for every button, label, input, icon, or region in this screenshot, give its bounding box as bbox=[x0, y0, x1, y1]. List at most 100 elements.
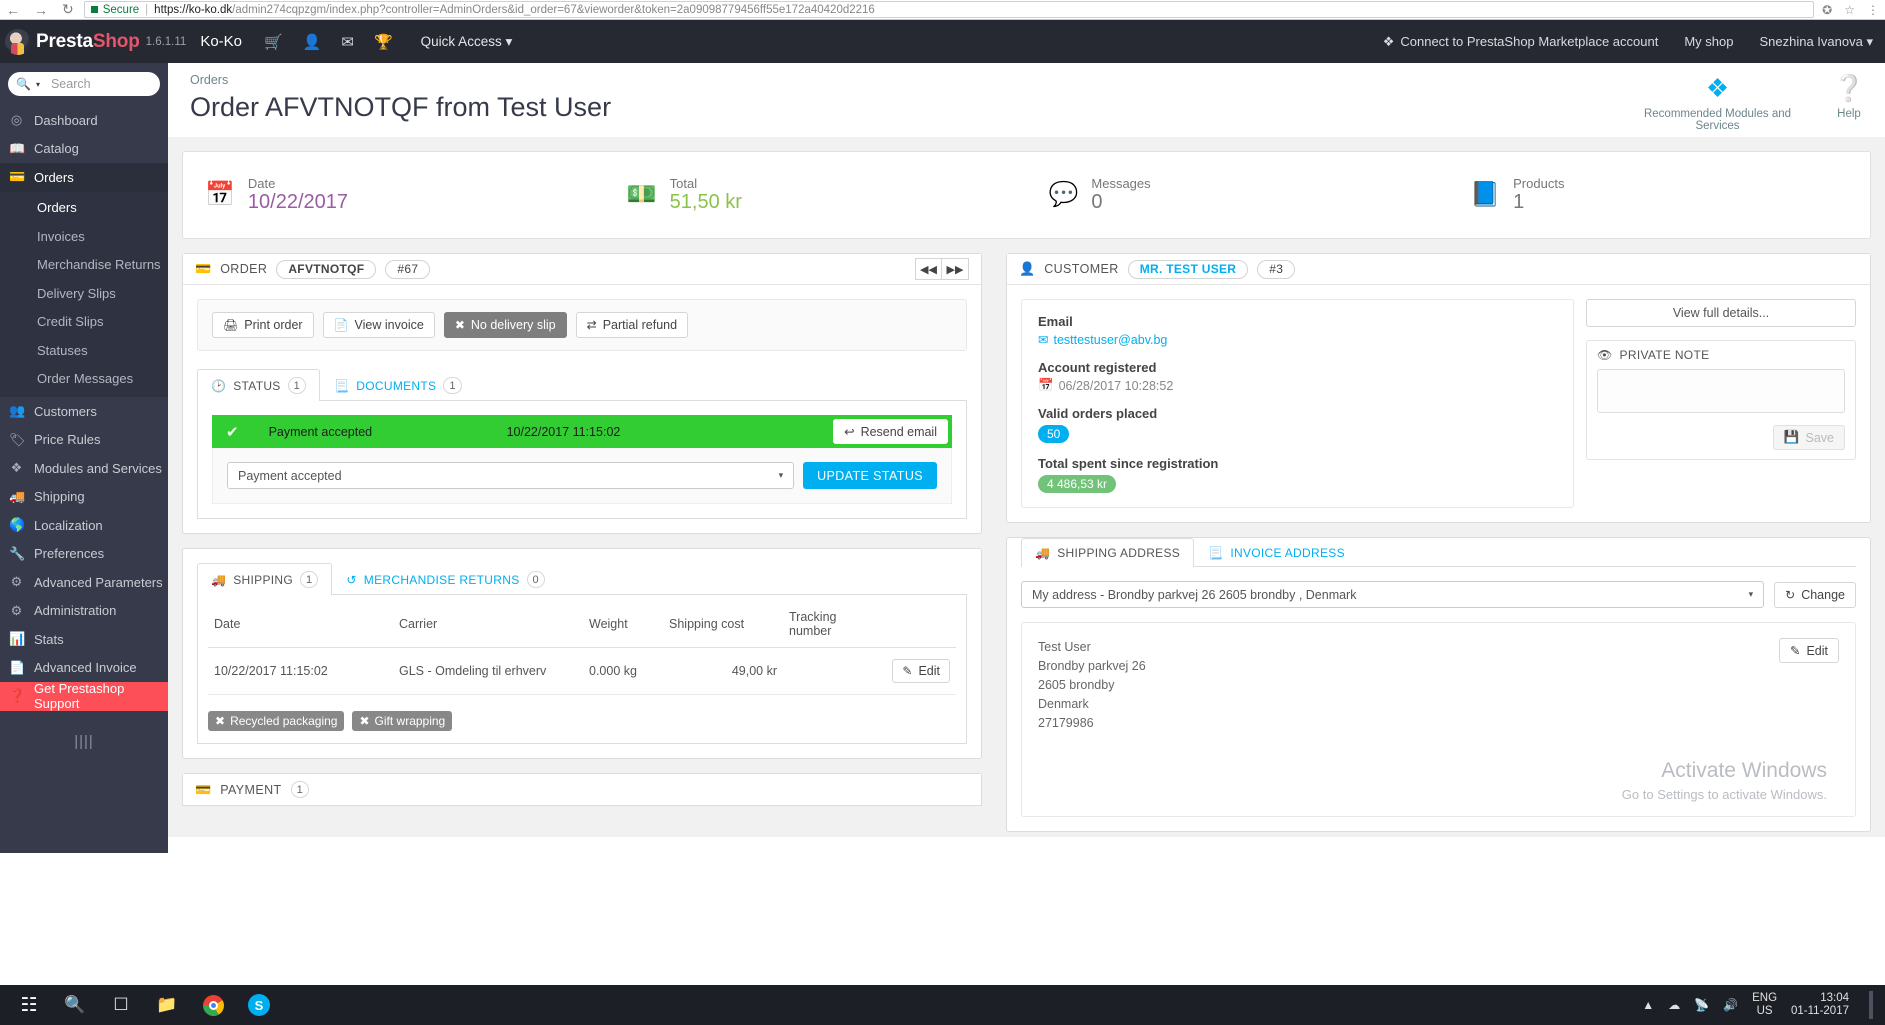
prestashop-logo[interactable] bbox=[0, 28, 36, 55]
update-status-button[interactable]: UPDATE STATUS bbox=[803, 462, 937, 490]
tab-shipping-address[interactable]: 🚚 SHIPPING ADDRESS bbox=[1021, 538, 1195, 568]
extension-icon[interactable]: ✪ bbox=[1822, 3, 1832, 17]
kpi-label: Messages bbox=[1091, 176, 1151, 192]
total-spent-label: Total spent since registration bbox=[1038, 456, 1219, 472]
order-status-name: Payment accepted bbox=[268, 424, 373, 439]
sidebar-subitem-statuses[interactable]: Statuses bbox=[0, 336, 168, 365]
customer-name-pill[interactable]: MR. TEST USER bbox=[1127, 259, 1249, 279]
taskbar-search-button[interactable]: 🔍 bbox=[52, 985, 98, 1025]
volume-icon[interactable]: 🔊 bbox=[1723, 998, 1738, 1012]
language-indicator[interactable]: ENG US bbox=[1752, 992, 1777, 1018]
user-menu[interactable]: Snezhina Ivanova ▾ bbox=[1759, 34, 1873, 50]
sidebar-item-advanced-invoice[interactable]: 📄 Advanced Invoice bbox=[0, 654, 168, 683]
edit-address-button[interactable]: ✎ Edit bbox=[1778, 638, 1839, 664]
payment-count: 1 bbox=[290, 781, 309, 799]
edit-shipping-button[interactable]: ✎ Edit bbox=[892, 659, 950, 684]
chrome-button[interactable] bbox=[190, 985, 236, 1025]
quick-access-menu[interactable]: Quick Access ▾ bbox=[421, 34, 513, 50]
resend-email-button[interactable]: ↩ Resend email bbox=[833, 419, 948, 445]
network-icon[interactable]: 📡 bbox=[1694, 998, 1709, 1012]
address-line: Brondby parkvej 26 bbox=[1038, 659, 1146, 674]
recommended-modules-button[interactable]: ❖ Recommended Modules and Services bbox=[1630, 75, 1805, 132]
url-bar[interactable]: Secure | https://ko-ko.dk/admin274cqpzgm… bbox=[83, 1, 1815, 18]
order-status-select[interactable]: Payment accepted ▾ bbox=[227, 462, 795, 490]
windows-activation-watermark: Activate Windows Go to Settings to activ… bbox=[1622, 759, 1827, 802]
start-button[interactable]: ☷ bbox=[6, 985, 52, 1025]
task-view-button[interactable]: ☐ bbox=[98, 985, 144, 1025]
sidebar-item-orders[interactable]: 💳 Orders bbox=[0, 163, 168, 192]
chevron-down-icon[interactable]: ▾ bbox=[36, 80, 40, 89]
sidebar-subitem-merchandise-returns[interactable]: Merchandise Returns bbox=[0, 251, 168, 280]
sidebar-item-preferences[interactable]: 🔧 Preferences bbox=[0, 540, 168, 569]
address-select[interactable]: My address - Brondby parkvej 26 2605 bro… bbox=[1021, 581, 1765, 609]
cart-icon[interactable]: 🛒 bbox=[264, 33, 283, 51]
envelope-icon[interactable]: ✉ bbox=[341, 33, 354, 51]
help-button[interactable]: ❔ Help bbox=[1827, 75, 1871, 132]
search-box[interactable]: 🔍 ▾ bbox=[8, 72, 212, 96]
next-order-button[interactable]: ▶▶ bbox=[942, 258, 969, 281]
customer-email-link[interactable]: testtestuser@abv.bg bbox=[1053, 333, 1167, 347]
kpi-label: Total bbox=[669, 176, 698, 192]
reload-icon[interactable]: ↻ bbox=[62, 1, 74, 18]
undo-icon: ↺ bbox=[346, 572, 357, 587]
sidebar-item-modules-and-services[interactable]: ❖ Modules and Services bbox=[0, 454, 168, 483]
skype-button[interactable]: S bbox=[236, 985, 282, 1025]
tab-merchandise-returns[interactable]: ↺ MERCHANDISE RETURNS 0 bbox=[332, 563, 559, 595]
sidebar-item-advanced-parameters[interactable]: ⚙ Advanced Parameters bbox=[0, 568, 168, 597]
view-invoice-button[interactable]: 📄 View invoice bbox=[322, 312, 435, 339]
tab-status[interactable]: 🕑 STATUS 1 bbox=[197, 369, 321, 402]
back-arrow-icon[interactable]: ← bbox=[6, 2, 20, 18]
sidebar-subitem-invoices[interactable]: Invoices bbox=[0, 222, 168, 251]
show-desktop-button[interactable] bbox=[1869, 991, 1873, 1019]
tab-shipping[interactable]: 🚚 SHIPPING 1 bbox=[197, 563, 333, 596]
calendar-icon: 📅 bbox=[205, 181, 235, 209]
chevron-up-icon[interactable]: ▲ bbox=[1642, 998, 1654, 1012]
sidebar-subitem-orders[interactable]: Orders bbox=[0, 194, 168, 223]
cell-weight: 0.000 kg bbox=[583, 647, 663, 696]
windows-taskbar: ☷ 🔍 ☐ 📁 S ▲ ☁ 📡 🔊 ENG US 13:04 01-11-201… bbox=[0, 985, 1885, 1025]
sidebar-item-dashboard[interactable]: ◎ Dashboard bbox=[0, 106, 168, 135]
sidebar-subitem-delivery-slips[interactable]: Delivery Slips bbox=[0, 279, 168, 308]
page-header-tools: ❖ Recommended Modules and Services ❔ Hel… bbox=[1630, 75, 1871, 132]
my-shop-link[interactable]: My shop bbox=[1684, 34, 1733, 49]
panel-area: 📅 Date 10/22/2017 💵 Total 51,50 kr 💬 Mes… bbox=[168, 137, 1885, 838]
order-panel-header: 💳 ORDER AFVTNOTQF #67 ◀◀ ▶▶ bbox=[183, 254, 981, 286]
sidebar-item-get-prestashop-support[interactable]: ❓ Get Prestashop Support bbox=[0, 681, 168, 711]
breadcrumb[interactable]: Orders bbox=[190, 73, 1861, 87]
double-right-icon: ▶▶ bbox=[946, 263, 964, 276]
tab-invoice-address[interactable]: 📃 INVOICE ADDRESS bbox=[1194, 538, 1359, 567]
sidebar-item-catalog[interactable]: 📖 Catalog bbox=[0, 135, 168, 164]
sidebar-item-administration[interactable]: ⚙ Administration bbox=[0, 597, 168, 626]
clock[interactable]: 13:04 01-11-2017 bbox=[1791, 992, 1849, 1018]
shop-name[interactable]: Ko-Ko bbox=[200, 33, 242, 50]
print-order-button[interactable]: 🖨 Print order bbox=[212, 312, 314, 339]
private-note-textarea[interactable] bbox=[1597, 369, 1845, 414]
tab-merchandise-returns-label: MERCHANDISE RETURNS bbox=[363, 572, 520, 587]
sidebar-item-customers[interactable]: 👥 Customers bbox=[0, 397, 168, 426]
sidebar-item-price-rules[interactable]: 🏷 Price Rules bbox=[0, 426, 168, 455]
view-full-details-button[interactable]: View full details... bbox=[1586, 299, 1856, 328]
file-explorer-button[interactable]: 📁 bbox=[144, 985, 190, 1025]
sidebar-subitem-credit-slips[interactable]: Credit Slips bbox=[0, 308, 168, 337]
previous-order-button[interactable]: ◀◀ bbox=[915, 258, 942, 281]
partial-refund-button[interactable]: ⇄ Partial refund bbox=[575, 312, 689, 339]
onedrive-icon[interactable]: ☁ bbox=[1668, 998, 1680, 1012]
col-shipping-cost: Shipping cost bbox=[663, 601, 783, 649]
sidebar-item-localization[interactable]: 🌎 Localization bbox=[0, 511, 168, 540]
sidebar-subitem-order-messages[interactable]: Order Messages bbox=[0, 365, 168, 394]
trophy-icon[interactable]: 🏆 bbox=[374, 33, 393, 51]
sidebar-item-stats[interactable]: 📊 Stats bbox=[0, 625, 168, 654]
sidebar-collapse-handle[interactable]: |||| bbox=[0, 733, 168, 750]
status-update-form: Payment accepted ▾ UPDATE STATUS bbox=[212, 448, 952, 505]
browser-menu-icon[interactable]: ⋮ bbox=[1867, 3, 1879, 17]
customer-grid: Email ✉ testtestuser@abv.bg Account regi… bbox=[1007, 285, 1870, 522]
sidebar-item-shipping[interactable]: 🚚 Shipping bbox=[0, 483, 168, 512]
sidebar-item-label: Shipping bbox=[34, 489, 85, 505]
forward-arrow-icon[interactable]: → bbox=[34, 2, 48, 18]
change-address-button[interactable]: ↻ Change bbox=[1774, 581, 1856, 608]
times-icon: ✖ bbox=[454, 318, 465, 333]
marketplace-link[interactable]: ❖ Connect to PrestaShop Marketplace accou… bbox=[1383, 34, 1659, 50]
bookmark-star-icon[interactable]: ☆ bbox=[1844, 3, 1855, 17]
user-icon[interactable]: 👤 bbox=[303, 33, 322, 51]
tab-documents[interactable]: 📃 DOCUMENTS 1 bbox=[320, 369, 476, 401]
